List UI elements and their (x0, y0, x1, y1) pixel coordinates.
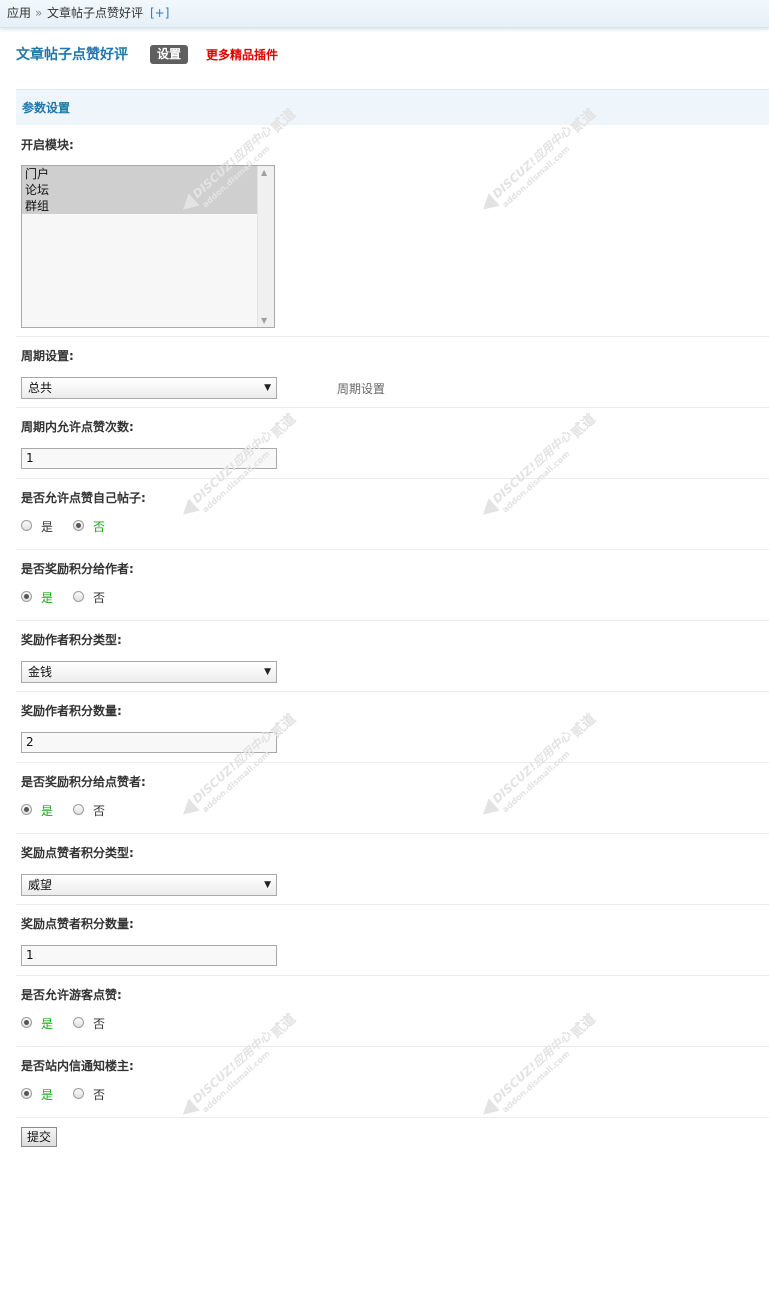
radio-label: 是 (41, 591, 54, 605)
modules-listbox[interactable]: 门户 论坛 群组 ▲ ▼ (21, 165, 275, 328)
listbox-option[interactable]: 群组 (22, 198, 257, 214)
radio-button[interactable] (21, 591, 32, 602)
radio-button[interactable] (73, 1088, 84, 1099)
radio-button[interactable] (21, 804, 32, 815)
field-label: 是否允许点赞自己帖子: (21, 491, 146, 505)
radio-label: 否 (93, 591, 106, 605)
radio-button[interactable] (73, 1017, 84, 1028)
chevron-down-icon: ▼ (264, 667, 271, 677)
add-shortcut-link[interactable]: [+] (150, 0, 169, 26)
more-plugins-link[interactable]: 更多精品插件 (206, 46, 278, 63)
form-row-reward-author: 是否奖励积分给作者: 是 否 (16, 550, 769, 621)
radio-label: 是 (41, 1088, 54, 1102)
radio-label: 否 (93, 520, 106, 534)
form-row-likes-per-period: 周期内允许点赞次数: 1 (16, 408, 769, 479)
radio-button[interactable] (21, 1088, 32, 1099)
radio-button[interactable] (73, 591, 84, 602)
form-row-reward-liker: 是否奖励积分给点赞者: 是 否 (16, 763, 769, 834)
listbox-option[interactable]: 论坛 (22, 182, 257, 198)
form-row-liker-credit-amount: 奖励点赞者积分数量: 1 (16, 905, 769, 976)
field-label: 周期内允许点赞次数: (21, 420, 134, 434)
field-label: 周期设置: (21, 349, 74, 363)
scrollbar[interactable]: ▲ ▼ (257, 166, 274, 327)
listbox-option[interactable]: 门户 (22, 166, 257, 182)
breadcrumb-root[interactable]: 应用 (7, 0, 31, 26)
breadcrumb: 应用 » 文章帖子点赞好评 [+] (0, 0, 769, 28)
field-label: 是否允许游客点赞: (21, 988, 122, 1002)
breadcrumb-current[interactable]: 文章帖子点赞好评 (47, 0, 143, 26)
form-row-liker-credit-type: 奖励点赞者积分类型: 威望 ▼ (16, 834, 769, 905)
field-label: 是否站内信通知楼主: (21, 1059, 134, 1073)
scroll-down-icon[interactable]: ▼ (261, 316, 267, 325)
chevron-down-icon: ▼ (264, 880, 271, 890)
section-header: 参数设置 (16, 89, 769, 125)
radio-button[interactable] (21, 520, 32, 531)
author-credit-amount-input[interactable]: 2 (21, 732, 277, 753)
breadcrumb-separator: » (35, 6, 43, 20)
field-hint: 周期设置 (337, 382, 386, 396)
submit-button[interactable]: 提交 (21, 1127, 57, 1147)
field-label: 是否奖励积分给点赞者: (21, 775, 146, 789)
form-row-author-credit-type: 奖励作者积分类型: 金钱 ▼ (16, 621, 769, 692)
form-row-period: 周期设置: 总共 ▼ 周期设置 (16, 337, 769, 408)
author-credit-type-select[interactable]: 金钱 ▼ (21, 661, 277, 683)
scroll-up-icon[interactable]: ▲ (261, 168, 267, 177)
field-label: 奖励点赞者积分数量: (21, 917, 134, 931)
radio-label: 否 (93, 1088, 106, 1102)
select-value: 总共 (28, 381, 53, 395)
radio-button[interactable] (73, 520, 84, 531)
period-select[interactable]: 总共 ▼ (21, 377, 277, 399)
settings-button[interactable]: 设置 (150, 45, 188, 64)
radio-label: 是 (41, 520, 54, 534)
radio-label: 否 (93, 1017, 106, 1031)
field-label: 是否奖励积分给作者: (21, 562, 134, 576)
field-label: 开启模块: (21, 138, 74, 152)
form-row-like-own: 是否允许点赞自己帖子: 是 否 (16, 479, 769, 550)
chevron-down-icon: ▼ (264, 383, 271, 393)
radio-label: 是 (41, 1017, 54, 1031)
field-label: 奖励点赞者积分类型: (21, 846, 134, 860)
page-title: 文章帖子点赞好评 (16, 47, 128, 63)
radio-button[interactable] (73, 804, 84, 815)
liker-credit-type-select[interactable]: 威望 ▼ (21, 874, 277, 896)
select-value: 金钱 (28, 665, 53, 679)
form-row-modules: 开启模块: 门户 论坛 群组 ▲ ▼ (16, 126, 769, 337)
select-value: 威望 (28, 878, 53, 892)
radio-button[interactable] (21, 1017, 32, 1028)
form-row-allow-guest: 是否允许游客点赞: 是 否 (16, 976, 769, 1047)
radio-label: 是 (41, 804, 54, 818)
form-row-notify-author: 是否站内信通知楼主: 是 否 (16, 1047, 769, 1118)
field-label: 奖励作者积分类型: (21, 633, 122, 647)
form-row-author-credit-amount: 奖励作者积分数量: 2 (16, 692, 769, 763)
liker-credit-amount-input[interactable]: 1 (21, 945, 277, 966)
likes-per-period-input[interactable]: 1 (21, 448, 277, 469)
field-label: 奖励作者积分数量: (21, 704, 122, 718)
radio-label: 否 (93, 804, 106, 818)
